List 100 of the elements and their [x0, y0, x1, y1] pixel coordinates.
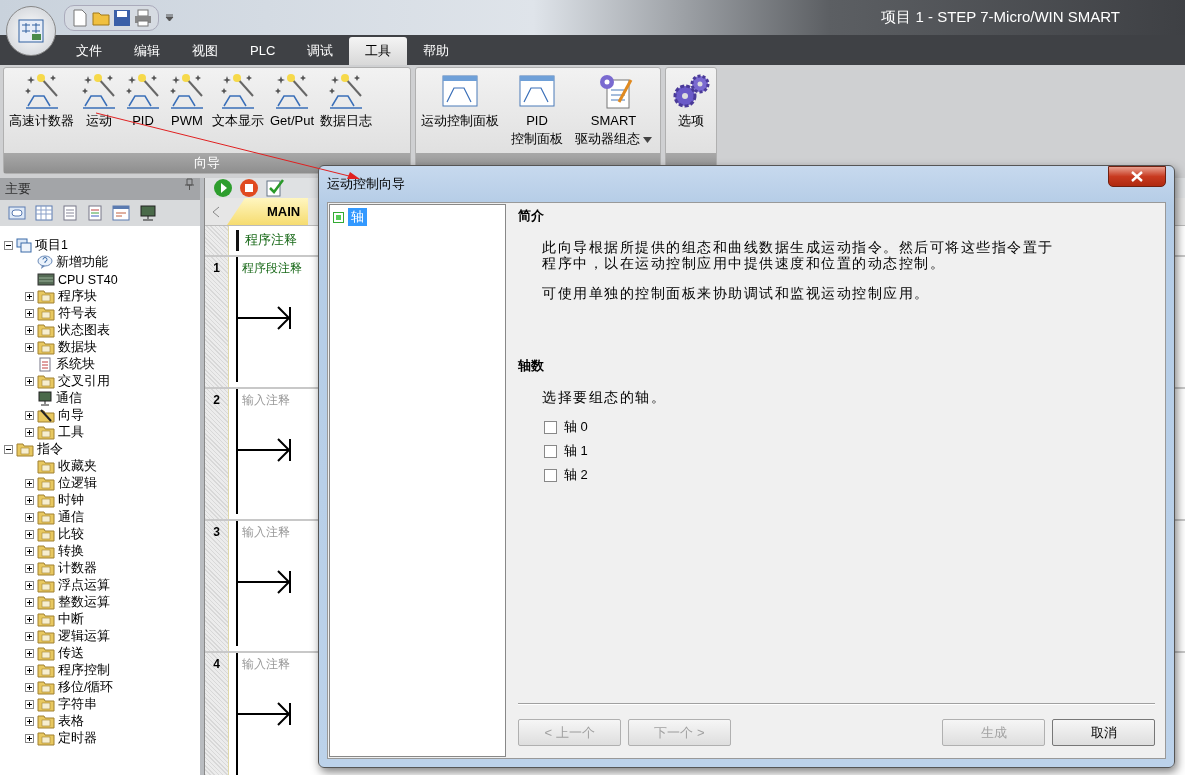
menu-tab[interactable]: PLC [234, 37, 292, 65]
application-button[interactable] [6, 6, 56, 56]
expand-toggle[interactable] [25, 547, 34, 556]
menu-tab[interactable]: 编辑 [118, 37, 176, 65]
menu-tab[interactable]: 帮助 [407, 37, 466, 65]
expand-toggle[interactable] [25, 411, 34, 420]
tree-item[interactable]: 状态图表 [58, 322, 110, 339]
stop-icon[interactable] [239, 178, 259, 198]
expand-toggle[interactable] [25, 377, 34, 386]
tree-item[interactable]: 表格 [58, 713, 84, 730]
monitor-icon[interactable] [139, 205, 157, 221]
expand-toggle[interactable] [25, 666, 34, 675]
ribbon-button[interactable]: 运动 [77, 70, 121, 153]
printer-icon[interactable] [134, 8, 152, 27]
expand-toggle[interactable] [25, 649, 34, 658]
folder-icon [37, 476, 55, 491]
wizard-button[interactable]: 取消 [1052, 719, 1155, 746]
ribbon-button[interactable]: SMART 驱动器组态 [572, 70, 655, 153]
tree-item[interactable]: 字符串 [58, 696, 97, 713]
expand-toggle[interactable] [25, 513, 34, 522]
tree-item[interactable]: 整数运算 [58, 594, 110, 611]
checkbox[interactable] [544, 420, 557, 434]
window-list-icon[interactable] [112, 205, 130, 221]
expand-toggle[interactable] [25, 343, 34, 352]
monitor-icon [37, 391, 53, 406]
tree-item[interactable]: 定时器 [58, 730, 97, 747]
expand-toggle[interactable] [25, 632, 34, 641]
ribbon-button[interactable]: 数据日志 [317, 70, 376, 153]
expand-toggle[interactable] [25, 683, 34, 692]
stacked-windows-icon [16, 238, 32, 253]
expand-toggle[interactable] [25, 734, 34, 743]
expand-toggle[interactable] [25, 428, 34, 437]
panel-title: 主要 [5, 180, 31, 198]
expand-toggle[interactable] [25, 530, 34, 539]
tree-item[interactable]: 逻辑运算 [58, 628, 110, 645]
expand-toggle[interactable] [25, 717, 34, 726]
program-comment[interactable]: 程序注释 [236, 230, 303, 251]
folder-icon [37, 527, 55, 542]
expand-toggle[interactable] [25, 292, 34, 301]
checkbox[interactable] [544, 468, 557, 482]
tree-item[interactable]: 传送 [58, 645, 84, 662]
tree-item[interactable]: 工具 [58, 424, 84, 441]
pin-icon[interactable] [185, 178, 194, 190]
tree-item[interactable]: 程序块 [58, 288, 97, 305]
wand-folder-icon [37, 408, 55, 423]
expand-toggle[interactable] [25, 598, 34, 607]
tree-item[interactable]: 比较 [58, 526, 84, 543]
description-text: 此向导根据所提供的组态和曲线数据生成运动指令。然后可将这些指令置于程序中，以在运动控制应用中提供速度和位置的动态控制。 [542, 239, 1055, 271]
ribbon-button[interactable]: PID 控制面板 [508, 70, 566, 153]
tree-item[interactable]: 中断 [58, 611, 84, 628]
tree-item[interactable]: 浮点运算 [58, 577, 110, 594]
checkbox[interactable] [544, 444, 557, 458]
tree-item[interactable]: 程序控制 [58, 662, 110, 679]
checkbox-label: 轴 1 [564, 442, 588, 460]
menu-tab[interactable]: 视图 [176, 37, 234, 65]
expand-toggle[interactable] [25, 496, 34, 505]
ribbon-button[interactable]: 运动控制面板 [418, 70, 502, 153]
tree-item[interactable]: 向导 [58, 407, 84, 424]
dropdown-arrow-icon[interactable] [165, 13, 174, 22]
network-comment[interactable]: 程序段注释 [238, 257, 302, 277]
tree-item[interactable]: 转换 [58, 543, 84, 560]
tree-item[interactable]: 位逻辑 [58, 475, 97, 492]
tree-item[interactable]: 时钟 [58, 492, 84, 509]
ribbon-button[interactable]: 高速计数器 [6, 70, 77, 153]
tree-item[interactable]: 通信 [58, 509, 84, 526]
checklist-icon[interactable] [265, 178, 285, 198]
ribbon-button[interactable]: Get/Put [267, 70, 318, 153]
ribbon-button[interactable]: PID [121, 70, 165, 153]
tree-item[interactable]: 移位/循环 [58, 679, 114, 696]
folder-icon [37, 459, 55, 474]
menu-tab[interactable]: 调试 [291, 37, 350, 65]
expand-toggle[interactable] [25, 326, 34, 335]
expand-toggle[interactable] [25, 479, 34, 488]
ribbon-button[interactable]: PWM [165, 70, 209, 153]
close-button[interactable] [1108, 166, 1166, 187]
menu-tab[interactable]: 工具 [349, 37, 408, 65]
expand-toggle[interactable] [25, 581, 34, 590]
collapse-toggle[interactable] [4, 445, 13, 454]
play-icon[interactable] [213, 178, 233, 198]
tag-icon[interactable] [8, 205, 26, 221]
collapse-toggle[interactable] [4, 241, 13, 250]
tree-item[interactable]: 收藏夹 [58, 458, 97, 475]
tree-item[interactable]: 交叉引用 [58, 373, 110, 390]
tree-item[interactable]: CPU ST40 [58, 272, 118, 287]
tree-item[interactable]: 新增功能 [56, 254, 108, 271]
tree-item[interactable]: 项目1 [35, 237, 68, 254]
tree-item[interactable]: 数据块 [58, 339, 97, 356]
expand-toggle[interactable] [25, 309, 34, 318]
expand-toggle[interactable] [25, 700, 34, 709]
menu-tab[interactable]: 文件 [60, 37, 118, 65]
tree-item[interactable]: 计数器 [58, 560, 97, 577]
tree-item[interactable]: 通信 [56, 390, 82, 407]
tree-item[interactable]: 系统块 [56, 356, 95, 373]
colored-list-icon[interactable] [87, 205, 103, 221]
tree-item[interactable]: 符号表 [58, 305, 97, 322]
ribbon-button[interactable]: 文本显示 [209, 70, 267, 153]
expand-toggle[interactable] [25, 615, 34, 624]
tree-item[interactable]: 指令 [37, 441, 63, 458]
expand-toggle[interactable] [25, 564, 34, 573]
editor-tab[interactable]: MAIN [227, 198, 309, 225]
